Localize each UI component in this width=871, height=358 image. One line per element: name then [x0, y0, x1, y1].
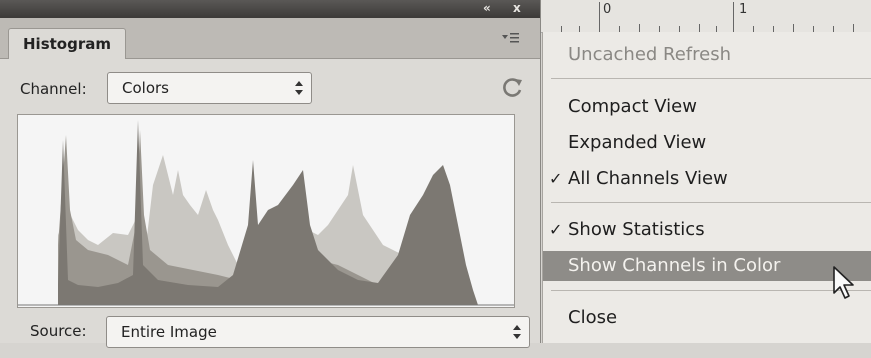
histogram-graph — [18, 120, 514, 306]
histogram-display — [17, 114, 515, 308]
menu-item-label: Show Channels in Color — [568, 255, 781, 276]
menu-item-label: Close — [568, 307, 618, 328]
panel-menu-icon[interactable] — [502, 32, 520, 48]
menu-item-label: All Channels View — [568, 168, 728, 189]
ruler: 0 1 — [541, 0, 871, 33]
channel-select[interactable]: Colors — [107, 72, 312, 104]
histogram-panel-menu: Uncached Refresh Compact View Expanded V… — [542, 32, 871, 343]
menu-item-all-channels-view[interactable]: ✓ All Channels View — [543, 164, 871, 194]
menu-item-close[interactable]: Close — [543, 303, 871, 333]
close-panel-button[interactable]: x — [513, 1, 521, 15]
menu-item-show-channels-in-color[interactable]: Show Channels in Color — [543, 251, 871, 281]
channel-label: Channel: — [20, 80, 87, 98]
menu-separator — [551, 78, 871, 79]
mouse-pointer-icon — [832, 265, 858, 305]
ruler-label: 1 — [739, 2, 748, 17]
checkmark-icon: ✓ — [549, 220, 563, 239]
source-label: Source: — [30, 322, 87, 340]
tab-histogram[interactable]: Histogram — [8, 28, 126, 59]
panel-tab-row: Histogram — [0, 18, 540, 59]
panel-titlebar: « x — [0, 0, 540, 18]
menu-item-uncached-refresh[interactable]: Uncached Refresh — [543, 40, 871, 70]
checkmark-icon: ✓ — [549, 169, 563, 188]
collapse-button[interactable]: « — [483, 1, 491, 15]
menu-separator — [551, 290, 871, 291]
refresh-icon[interactable] — [500, 76, 524, 106]
menu-item-show-statistics[interactable]: ✓ Show Statistics — [543, 215, 871, 245]
channel-select-value: Colors — [122, 79, 169, 97]
select-arrows-icon — [295, 73, 303, 114]
menu-item-label: Show Statistics — [568, 219, 705, 240]
menu-item-compact-view[interactable]: Compact View — [543, 92, 871, 122]
histogram-panel: « x Histogram Channel: Colors Source: En… — [0, 0, 541, 348]
menu-item-expanded-view[interactable]: Expanded View — [543, 128, 871, 158]
menu-item-label: Expanded View — [568, 132, 707, 153]
menu-separator — [551, 202, 871, 203]
menu-item-label: Uncached Refresh — [568, 44, 732, 65]
select-arrows-icon — [513, 317, 521, 358]
source-select[interactable]: Entire Image — [106, 316, 530, 348]
menu-item-label: Compact View — [568, 96, 697, 117]
source-select-value: Entire Image — [121, 323, 217, 341]
ruler-label: 0 — [603, 2, 612, 17]
